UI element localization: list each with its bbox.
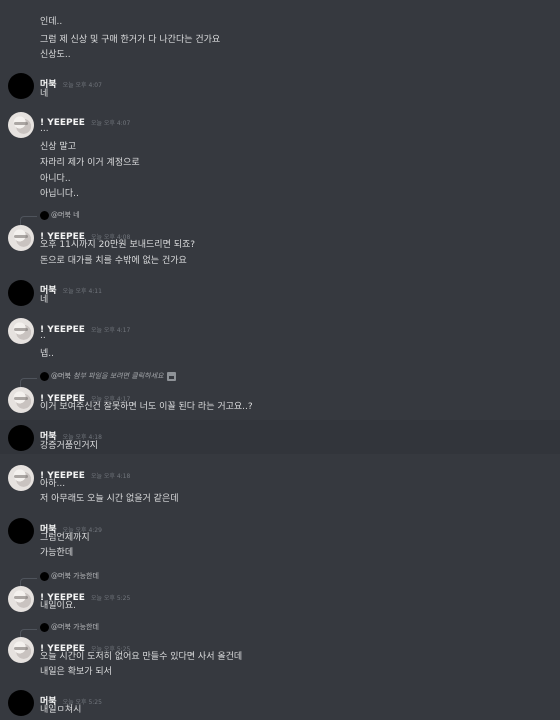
username[interactable]: ! YEEPEE [40,325,85,335]
image-icon [166,371,176,381]
user-avatar[interactable] [8,465,34,491]
message-text: 오후 11시까지 20만원 보내드리면 되죠? [40,240,196,250]
reply-text: 네 [73,211,80,219]
timestamp: 오늘 오후 4:07 [62,82,102,89]
message-text: 강증거품인거지 [40,441,98,451]
timestamp: 오늘 오후 4:17 [90,327,131,334]
message-text: 신상 말고 [40,142,76,152]
message-text: 넵.. [40,349,55,359]
reply-preview[interactable]: @머북 네 [40,210,80,220]
message-text: 가능한데 [40,548,74,558]
message-text: 인데.. [40,17,63,27]
reply-text: 가능한데 [73,572,99,580]
message-text: 내일이요. [40,601,76,611]
reply-text: 가능한데 [73,623,99,631]
reply-avatar [40,371,49,381]
user-avatar[interactable] [8,425,34,451]
message-text: 돈으로 대가를 치를 수밖에 없는 건가요 [40,256,187,266]
user-avatar[interactable] [8,518,34,544]
message-text: 아니다.. [40,174,71,184]
message-text: 자라리 제가 이거 계정으로 [40,158,140,168]
reply-author: @머북 [51,572,71,580]
reply-preview[interactable]: @머북 첨부 파일을 보려면 클릭하세요 [40,371,176,381]
timestamp: 오늘 오후 4:07 [90,120,131,127]
message-text: 네 [40,89,49,99]
message-header: 머북 오늘 오후 4:07 [40,72,102,91]
reply-avatar [40,571,49,581]
user-avatar[interactable] [8,73,34,99]
reply-author: @머북 [51,211,71,219]
message-text: ... [40,124,49,134]
user-avatar[interactable] [8,690,34,716]
message-text: 아닙니다.. [40,189,79,199]
reply-preview[interactable]: @머북 가능한데 [40,622,99,632]
user-avatar[interactable] [8,112,34,138]
user-avatar[interactable] [8,387,34,413]
message-text: 신상도.. [40,50,71,60]
timestamp: 오늘 오후 4:11 [62,288,102,295]
message-text: 그럼 제 신상 및 구매 한거가 다 나간다는 건가요 [40,35,221,45]
message-text: 네 [40,295,49,305]
message-header: ! YEEPEE 오늘 오후 4:17 [40,317,130,336]
user-avatar[interactable] [8,586,34,612]
user-avatar[interactable] [8,318,34,344]
timestamp: 오늘 오후 4:18 [90,473,131,480]
message-text: 그럼언제까지 [40,533,90,543]
message-text: 아하... [40,479,66,489]
reply-author: @머북 [51,623,71,631]
user-avatar[interactable] [8,637,34,663]
reply-author: @머북 [51,372,71,380]
message-header: 머북 오늘 오후 4:11 [40,278,102,297]
message-text: 내일은 확보가 되서 [40,667,112,677]
message-text: .. [40,331,46,341]
user-avatar[interactable] [8,280,34,306]
reply-connector [20,216,37,225]
user-avatar[interactable] [8,225,34,251]
message-text: 내일ㅁ쳐시 [40,705,82,715]
reply-connector [20,378,37,387]
reply-text: 첨부 파일을 보려면 클릭하세요 [73,372,164,380]
chat-message-list: 인데.. 그럼 제 신상 및 구매 한거가 다 나간다는 건가요 신상도.. 머… [0,0,560,720]
message-header: ! YEEPEE 오늘 오후 4:07 [40,110,130,129]
reply-preview[interactable]: @머북 가능한데 [40,571,99,581]
reply-avatar [40,622,49,632]
timestamp: 오늘 오후 5:25 [90,595,131,602]
reply-avatar [40,210,49,220]
message-text: 이거 보여주신건 잘못하면 너도 이꼴 된다 라는 거고요..? [40,402,253,412]
message-text: 저 아무래도 오늘 시간 없을거 같은데 [40,494,179,504]
message-text: 오늘 시간이 도저히 없어요 만들수 있다면 사서 올건데 [40,652,243,662]
